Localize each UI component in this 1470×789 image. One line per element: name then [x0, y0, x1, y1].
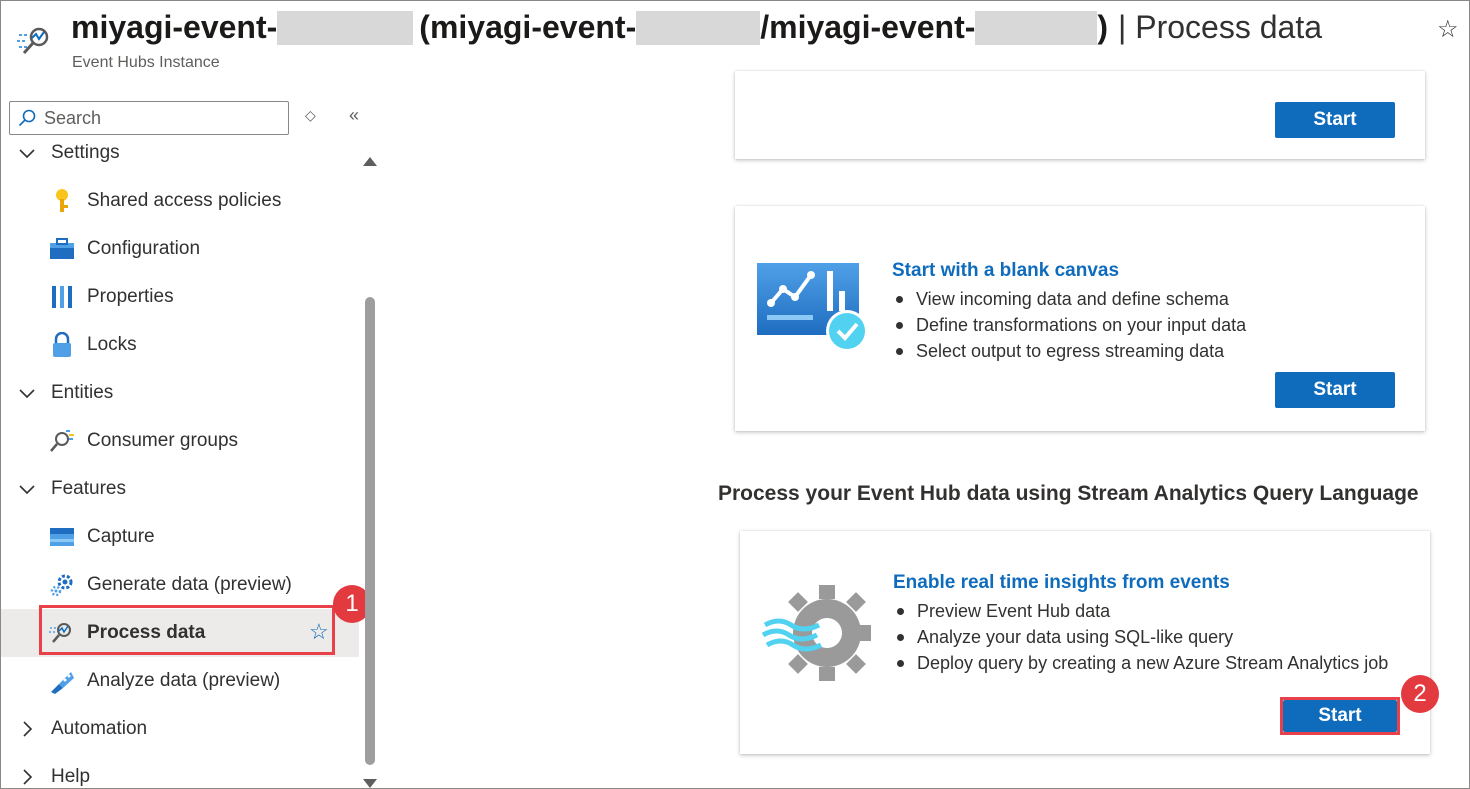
chevron-down-icon: [19, 485, 35, 495]
list-item: View incoming data and define schema: [892, 286, 1412, 312]
sidebar-group-label: Help: [51, 766, 91, 787]
sidebar-group-automation[interactable]: Automation: [1, 705, 359, 753]
key-icon: [49, 188, 75, 214]
sidebar-item-label: Shared access policies: [87, 190, 282, 211]
sidebar-group-label: Features: [51, 478, 126, 499]
title-part1: miyagi-event-: [71, 9, 278, 45]
sidebar-group-label: Settings: [51, 142, 120, 163]
resource-type-subtitle: Event Hubs Instance: [72, 54, 220, 71]
blank-canvas-start-button[interactable]: Start: [1275, 372, 1395, 408]
redacted-text: [975, 10, 1098, 45]
scrollbar-thumb[interactable]: [365, 297, 375, 765]
sidebar-item-generate-data[interactable]: Generate data (preview): [1, 561, 359, 609]
blank-canvas-icon: [757, 263, 869, 360]
list-item: Select output to egress streaming data: [892, 338, 1412, 364]
title-part4: ): [1097, 9, 1109, 45]
sidebar-item-label: Capture: [87, 526, 155, 547]
sidebar-item-label: Consumer groups: [87, 430, 239, 451]
generate-data-icon: [49, 572, 75, 598]
sidebar-item-configuration[interactable]: Configuration: [1, 225, 359, 273]
section-heading: Process your Event Hub data using Stream…: [718, 482, 1419, 505]
sidebar-item-label: Locks: [87, 334, 137, 355]
title-part2: (miyagi-event-: [419, 9, 637, 45]
sidebar-item-capture[interactable]: Capture: [1, 513, 359, 561]
insights-bullets: Preview Event Hub data Analyze your data…: [893, 598, 1413, 676]
title-suffix: | Process data: [1118, 9, 1323, 45]
title-part3: /miyagi-event-: [760, 9, 976, 45]
favorite-star-icon[interactable]: ☆: [309, 619, 329, 645]
sidebar-group-help[interactable]: Help: [1, 753, 359, 788]
app-window: miyagi-event- (miyagi-event- /miyagi-eve…: [0, 0, 1470, 789]
redacted-text: [636, 10, 761, 45]
scroll-up-arrow[interactable]: [363, 157, 377, 166]
event-hubs-instance-icon: [17, 21, 57, 61]
sidebar-item-properties[interactable]: Properties: [1, 273, 359, 321]
blank-canvas-title[interactable]: Start with a blank canvas: [892, 260, 1119, 282]
sidebar-item-label: Generate data (preview): [87, 574, 292, 595]
analyze-data-icon: [49, 668, 75, 694]
sidebar-item-label: Analyze data (preview): [87, 670, 281, 691]
sidebar-item-analyze-data[interactable]: Analyze data (preview): [1, 657, 359, 705]
lock-icon: [49, 332, 75, 358]
list-item: Preview Event Hub data: [893, 598, 1413, 624]
chevron-right-icon: [23, 769, 33, 785]
properties-icon: [49, 284, 75, 310]
sidebar-group-label: Entities: [51, 382, 114, 403]
scroll-down-arrow[interactable]: [363, 779, 377, 788]
blank-canvas-bullets: View incoming data and define schema Def…: [892, 286, 1412, 364]
top-card-start-button[interactable]: Start: [1275, 102, 1395, 138]
sidebar-item-label: Configuration: [87, 238, 201, 259]
insights-title[interactable]: Enable real time insights from events: [893, 572, 1230, 594]
capture-icon: [49, 524, 75, 550]
sidebar-item-locks[interactable]: Locks: [1, 321, 359, 369]
sidebar-item-label: Properties: [87, 286, 174, 307]
start-button-highlight: [1280, 697, 1400, 735]
chevron-down-icon: [19, 389, 35, 399]
chevron-down-icon: [19, 149, 35, 159]
step-badge-2: 2: [1401, 675, 1439, 713]
search-icon: [18, 109, 36, 127]
stream-analytics-gear-icon: [761, 583, 873, 688]
search-placeholder: Search: [44, 107, 102, 128]
sidebar-group-label: Automation: [51, 718, 148, 739]
list-item: Define transformations on your input dat…: [892, 312, 1412, 338]
process-data-highlight: [39, 605, 335, 655]
toolbox-icon: [49, 236, 75, 262]
sidebar-group-settings[interactable]: Settings: [1, 129, 359, 177]
list-item: Analyze your data using SQL-like query: [893, 624, 1413, 650]
list-item: Deploy query by creating a new Azure Str…: [893, 650, 1413, 676]
collapse-sidebar-icon[interactable]: «: [349, 105, 359, 126]
expand-collapse-all-icon[interactable]: ◇: [305, 107, 316, 124]
sidebar-group-entities[interactable]: Entities: [1, 369, 359, 417]
sidebar-group-features[interactable]: Features: [1, 465, 359, 513]
page-title: miyagi-event- (miyagi-event- /miyagi-eve…: [71, 9, 1322, 46]
sidebar-item-shared-access-policies[interactable]: Shared access policies: [1, 177, 359, 225]
favorite-star-icon[interactable]: ☆: [1437, 15, 1459, 44]
chevron-right-icon: [23, 721, 33, 737]
consumer-groups-icon: [49, 428, 75, 454]
sidebar-item-consumer-groups[interactable]: Consumer groups: [1, 417, 359, 465]
redacted-text: [277, 10, 414, 45]
